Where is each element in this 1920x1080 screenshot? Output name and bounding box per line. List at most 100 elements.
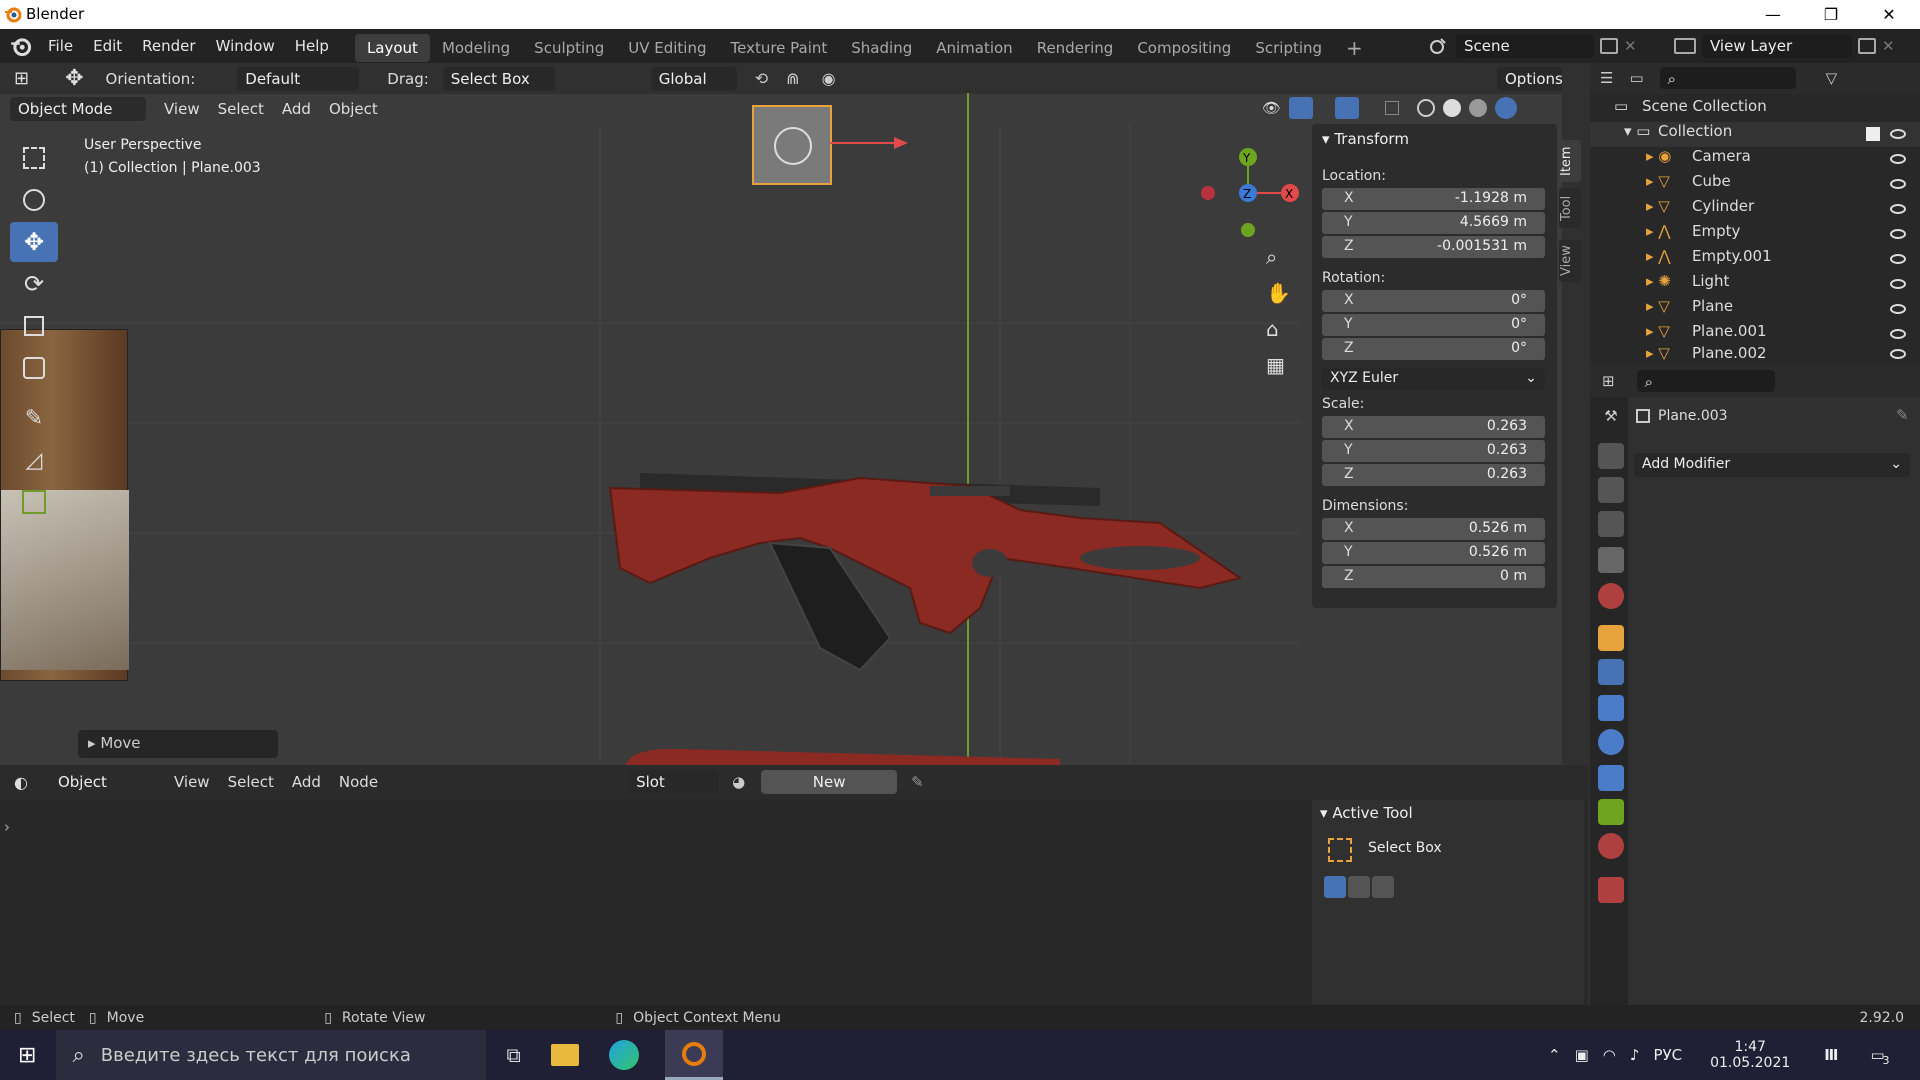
outliner-search-input[interactable]: ⌕ xyxy=(1659,67,1796,89)
outliner-item-light[interactable]: ▸ ✺ Light xyxy=(1590,272,1920,297)
mode-extend-icon[interactable] xyxy=(1348,876,1370,898)
volume-icon[interactable]: ♪ xyxy=(1630,1046,1640,1064)
tab-uv-editing[interactable]: UV Editing xyxy=(616,34,718,62)
menu-window[interactable]: Window xyxy=(206,29,285,63)
language-indicator[interactable]: РУС xyxy=(1653,1046,1682,1064)
location-y-field[interactable]: Y 4.5669 m xyxy=(1322,212,1545,234)
view-layer-selector[interactable]: View Layer ✕ xyxy=(1674,34,1895,58)
location-z-field[interactable]: Z -0.001531 m xyxy=(1322,236,1545,258)
close-window-button[interactable]: ✕ xyxy=(1860,0,1918,29)
eye-icon[interactable] xyxy=(1890,229,1906,239)
shader-type-dropdown[interactable]: Object xyxy=(49,770,152,794)
rifle-stock-model[interactable] xyxy=(600,448,1260,698)
view-layer-props-icon[interactable] xyxy=(1598,511,1624,537)
shader-expand-arrow[interactable]: › xyxy=(4,818,10,836)
modifier-props-icon[interactable] xyxy=(1598,659,1624,685)
mode-subtract-icon[interactable] xyxy=(1372,876,1394,898)
file-explorer-icon[interactable] xyxy=(550,1044,579,1066)
material-browse-icon[interactable]: ◕ xyxy=(732,773,745,791)
scene-name-field[interactable]: Scene xyxy=(1456,34,1594,58)
output-props-icon[interactable] xyxy=(1598,477,1624,503)
notifications-icon[interactable]: ▭ 3 xyxy=(1870,1046,1889,1067)
outliner-item-camera[interactable]: ▸ ◉ Camera xyxy=(1590,147,1920,172)
shader-menu-view[interactable]: View xyxy=(174,773,210,791)
eye-icon[interactable] xyxy=(1890,154,1906,164)
scale-x-field[interactable]: X 0.263 xyxy=(1322,416,1545,438)
filter-icon[interactable]: ▽ xyxy=(1826,69,1838,87)
dimensions-y-field[interactable]: Y 0.526 m xyxy=(1322,542,1545,564)
scene-props-icon[interactable] xyxy=(1598,547,1624,573)
eye-icon[interactable] xyxy=(1890,349,1906,359)
cursor-tool[interactable] xyxy=(10,180,58,220)
eye-icon[interactable] xyxy=(1890,329,1906,339)
outliner-item-plane[interactable]: ▸ ▽ Plane xyxy=(1590,297,1920,322)
properties-search-input[interactable]: ⌕ xyxy=(1636,370,1775,392)
tab-texture-paint[interactable]: Texture Paint xyxy=(718,34,839,62)
slot-dropdown[interactable]: Slot xyxy=(628,770,719,794)
meet-now-icon[interactable]: Ⅲ xyxy=(1824,1046,1838,1064)
display-mode-icon[interactable]: ▭ xyxy=(1629,69,1643,87)
tab-sculpting[interactable]: Sculpting xyxy=(522,34,616,62)
scale-y-field[interactable]: Y 0.263 xyxy=(1322,440,1545,462)
rotation-y-field[interactable]: Y 0° xyxy=(1322,314,1545,336)
remove-view-layer-icon[interactable]: ✕ xyxy=(1882,37,1895,55)
eye-icon[interactable] xyxy=(1890,279,1906,289)
camera-view-icon[interactable]: ⌂ xyxy=(1266,317,1291,341)
remove-scene-icon[interactable]: ✕ xyxy=(1624,37,1637,55)
properties-editor-icon[interactable]: ⊞ xyxy=(1602,372,1615,390)
outliner-item-cube[interactable]: ▸ ▽ Cube xyxy=(1590,172,1920,197)
tray-chevron-icon[interactable]: ⌃ xyxy=(1548,1046,1561,1064)
shader-menu-add[interactable]: Add xyxy=(292,773,321,791)
location-x-field[interactable]: X -1.1928 m xyxy=(1322,188,1545,210)
blender-taskbar-icon[interactable] xyxy=(664,1030,723,1080)
active-tool-header[interactable]: ▾ Active Tool xyxy=(1320,804,1413,822)
outliner-item-cylinder[interactable]: ▸ ▽ Cylinder xyxy=(1590,197,1920,222)
menu-file[interactable]: File xyxy=(38,29,83,63)
outliner-item-empty-001[interactable]: ▸ ⋀ Empty.001 xyxy=(1590,247,1920,272)
tab-animation[interactable]: Animation xyxy=(924,34,1024,62)
tab-compositing[interactable]: Compositing xyxy=(1125,34,1243,62)
last-operator-panel[interactable]: ▸ Move xyxy=(78,730,278,758)
data-props-icon[interactable] xyxy=(1598,799,1624,825)
windows-start-icon[interactable]: ⊞ xyxy=(18,1043,36,1068)
tab-scripting[interactable]: Scripting xyxy=(1243,34,1334,62)
outliner-item-plane-002[interactable]: ▸ ▽ Plane.002 xyxy=(1590,344,1920,365)
menu-render[interactable]: Render xyxy=(132,29,205,63)
blender-menu-icon[interactable] xyxy=(10,35,32,57)
material-props-icon[interactable] xyxy=(1598,833,1624,859)
add-cube-tool[interactable] xyxy=(10,482,58,522)
eye-icon[interactable] xyxy=(1890,254,1906,264)
pin-properties-icon[interactable]: ✎ xyxy=(1896,406,1909,424)
shader-menu-select[interactable]: Select xyxy=(228,773,274,791)
pan-hand-icon[interactable]: ✋ xyxy=(1266,281,1291,305)
tab-layout[interactable]: Layout xyxy=(354,33,430,62)
move-tool[interactable]: ✥ xyxy=(10,222,58,262)
rotation-mode-dropdown[interactable]: XYZ Euler ⌄ xyxy=(1322,368,1545,390)
minimize-button[interactable]: — xyxy=(1744,0,1802,29)
maximize-button[interactable]: ❐ xyxy=(1802,0,1860,29)
physics-props-icon[interactable] xyxy=(1598,729,1624,755)
taskbar-search-box[interactable]: ⌕ Введите здесь текст для поиска xyxy=(56,1030,487,1080)
world-props-icon[interactable] xyxy=(1598,583,1624,609)
measure-tool[interactable]: ◿ xyxy=(10,440,58,480)
scale-tool[interactable] xyxy=(10,306,58,346)
menu-edit[interactable]: Edit xyxy=(83,29,132,63)
particles-props-icon[interactable] xyxy=(1598,695,1624,721)
eye-icon[interactable] xyxy=(1890,204,1906,214)
sidebar-tab-tool[interactable]: Tool xyxy=(1559,188,1581,228)
task-view-icon[interactable]: ⧉ xyxy=(506,1043,520,1067)
constraints-props-icon[interactable] xyxy=(1598,765,1624,791)
add-workspace-button[interactable]: + xyxy=(1334,34,1375,62)
menu-help[interactable]: Help xyxy=(285,29,339,63)
clock[interactable]: 1:47 01.05.2021 xyxy=(1710,1039,1790,1071)
ortho-grid-icon[interactable]: ▦ xyxy=(1266,353,1291,377)
transform-tool[interactable] xyxy=(10,348,58,388)
eye-icon[interactable] xyxy=(1890,179,1906,189)
new-material-button[interactable]: New xyxy=(761,770,898,794)
zoom-icon[interactable]: ⌕ xyxy=(1266,245,1291,269)
eye-icon[interactable] xyxy=(1890,304,1906,314)
view-layer-field[interactable]: View Layer xyxy=(1702,34,1852,58)
tool-props-icon[interactable]: ⚒ xyxy=(1598,407,1624,433)
outliner-editor-icon[interactable]: ☰ xyxy=(1600,69,1613,87)
texture-props-icon[interactable] xyxy=(1598,877,1624,903)
